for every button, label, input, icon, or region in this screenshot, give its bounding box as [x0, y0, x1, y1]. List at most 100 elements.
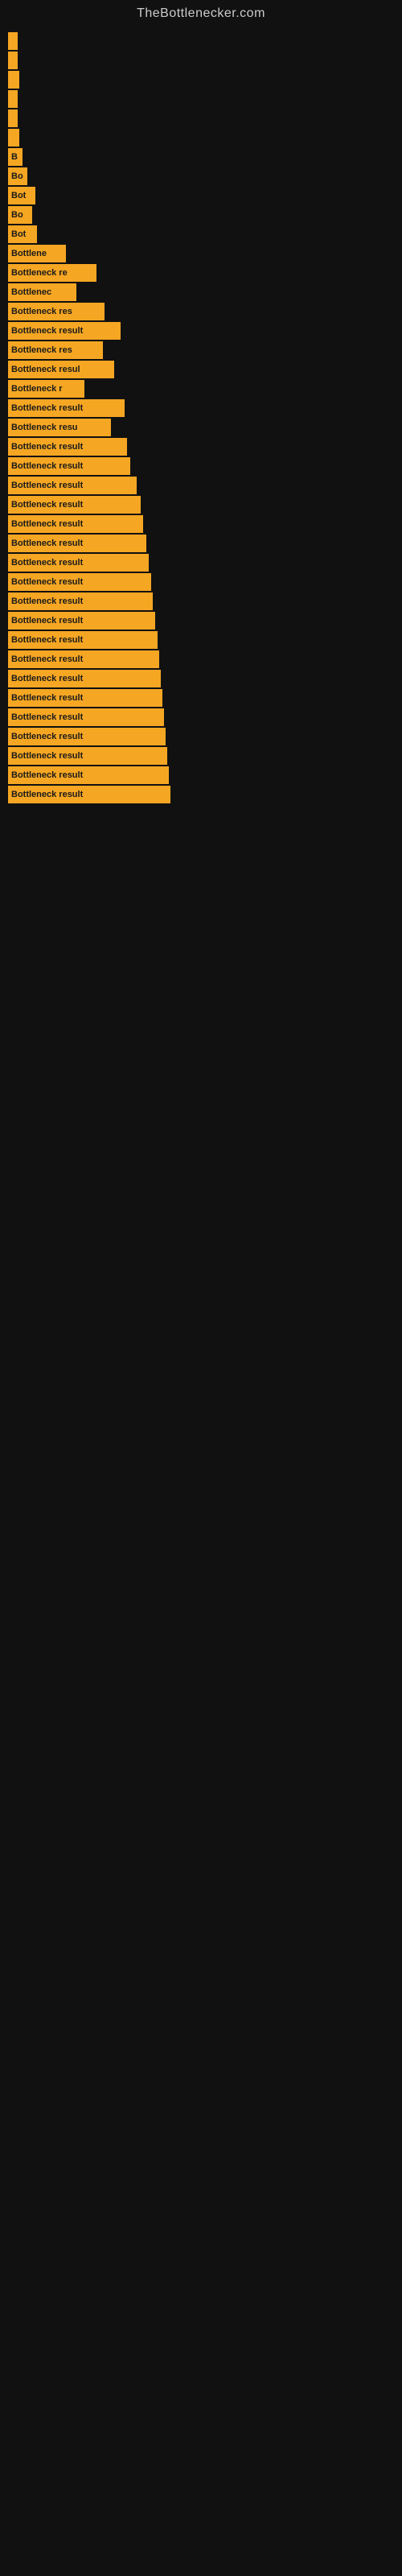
bar-label: Bot [11, 229, 26, 239]
bar-item: Bottleneck result [8, 728, 166, 745]
bar-item: Bottleneck result [8, 670, 161, 687]
bar-label: Bottleneck resul [11, 365, 80, 374]
bar-label: Bottleneck res [11, 307, 72, 316]
bar-row: Bottleneck result [8, 438, 394, 456]
bar-item: Bottleneck result [8, 457, 130, 475]
bar-row [8, 71, 394, 89]
bar-label: Bottleneck result [11, 558, 83, 568]
bar-row: Bottleneck result [8, 612, 394, 630]
bar-row: Bottleneck result [8, 766, 394, 784]
bar-item: Bottleneck resu [8, 419, 111, 436]
bar-label: Bottleneck result [11, 597, 83, 606]
bar-row: Bottleneck r [8, 380, 394, 398]
bar-item: Bottleneck result [8, 689, 162, 707]
bar-item: Bottleneck result [8, 650, 159, 668]
bar-label: Bottleneck result [11, 635, 83, 645]
bar-label: B [11, 152, 18, 162]
bar-label: Bottleneck res [11, 345, 72, 355]
site-title: TheBottlenecker.com [0, 0, 402, 24]
bar-row [8, 90, 394, 108]
bar-item [8, 129, 19, 147]
bar-item: Bottleneck result [8, 631, 158, 649]
bar-label: Bottleneck result [11, 461, 83, 471]
bar-label: Bottleneck result [11, 442, 83, 452]
bar-row [8, 52, 394, 69]
bar-label: Bottleneck result [11, 577, 83, 587]
bar-row: Bottleneck result [8, 728, 394, 745]
bar-row: Bottlenec [8, 283, 394, 301]
bar-item: Bottleneck result [8, 535, 146, 552]
bar-item: Bo [8, 167, 27, 185]
bar-row [8, 109, 394, 127]
bar-item: Bot [8, 225, 37, 243]
bar-row: Bottleneck result [8, 554, 394, 572]
bar-row [8, 32, 394, 50]
bar-row: Bottleneck result [8, 786, 394, 803]
bar-row: Bottleneck result [8, 573, 394, 591]
bar-item: Bottleneck result [8, 399, 125, 417]
bar-row: Bottleneck res [8, 303, 394, 320]
bar-row: Bottleneck result [8, 399, 394, 417]
bar-row: Bottleneck result [8, 670, 394, 687]
bar-label: Bo [11, 210, 23, 220]
bar-label: Bot [11, 191, 26, 200]
bar-item: Bottleneck res [8, 303, 105, 320]
bar-row: Bottleneck result [8, 747, 394, 765]
bar-row: Bot [8, 225, 394, 243]
bar-row: Bottleneck resul [8, 361, 394, 378]
bar-label: Bottleneck r [11, 384, 63, 394]
bar-item: Bottleneck result [8, 766, 169, 784]
bar-row: Bottleneck result [8, 631, 394, 649]
bar-row: Bottleneck resu [8, 419, 394, 436]
bar-item: Bottlene [8, 245, 66, 262]
bar-item: Bottleneck result [8, 438, 127, 456]
bar-item [8, 109, 18, 127]
bar-row: Bottleneck result [8, 477, 394, 494]
bar-row: Bottleneck result [8, 457, 394, 475]
bar-row: Bottlene [8, 245, 394, 262]
bar-row: Bottleneck re [8, 264, 394, 282]
bar-label: Bottleneck result [11, 790, 83, 799]
bar-item: Bottleneck result [8, 496, 141, 514]
bar-row: Bottleneck result [8, 650, 394, 668]
bar-label: Bottleneck result [11, 539, 83, 548]
bars-container: BBoBotBoBotBottleneBottleneck reBottlene… [0, 24, 402, 813]
bar-label: Bottleneck result [11, 481, 83, 490]
bar-row: Bottleneck result [8, 496, 394, 514]
bar-item: Bottleneck res [8, 341, 103, 359]
bar-item: Bottlenec [8, 283, 76, 301]
bar-item: Bottleneck result [8, 573, 151, 591]
bar-row: Bottleneck result [8, 708, 394, 726]
bar-row: Bottleneck result [8, 689, 394, 707]
bar-item: Bottleneck resul [8, 361, 114, 378]
bar-item: Bottleneck result [8, 322, 121, 340]
bar-label: Bottleneck result [11, 500, 83, 510]
bar-label: Bottleneck result [11, 326, 83, 336]
bar-item: Bottleneck result [8, 592, 153, 610]
bar-label: Bottleneck result [11, 654, 83, 664]
bar-row: Bottleneck result [8, 515, 394, 533]
bar-item [8, 52, 18, 69]
bar-label: Bottleneck result [11, 712, 83, 722]
bar-item: Bottleneck result [8, 477, 137, 494]
bar-row [8, 129, 394, 147]
bar-row: B [8, 148, 394, 166]
bar-label: Bo [11, 171, 23, 181]
bar-item: Bottleneck result [8, 708, 164, 726]
bar-label: Bottleneck result [11, 403, 83, 413]
bar-item: Bottleneck result [8, 554, 149, 572]
bar-item: B [8, 148, 23, 166]
bar-row: Bo [8, 206, 394, 224]
bar-row: Bottleneck res [8, 341, 394, 359]
bar-item: Bottleneck result [8, 747, 167, 765]
bar-item: Bottleneck result [8, 612, 155, 630]
bar-label: Bottleneck result [11, 751, 83, 761]
bar-label: Bottleneck result [11, 674, 83, 683]
bar-row: Bottleneck result [8, 592, 394, 610]
bar-label: Bottlene [11, 249, 47, 258]
bar-item [8, 71, 19, 89]
bar-row: Bottleneck result [8, 535, 394, 552]
bar-label: Bottleneck result [11, 616, 83, 625]
bar-label: Bottleneck resu [11, 423, 78, 432]
bar-item: Bo [8, 206, 32, 224]
